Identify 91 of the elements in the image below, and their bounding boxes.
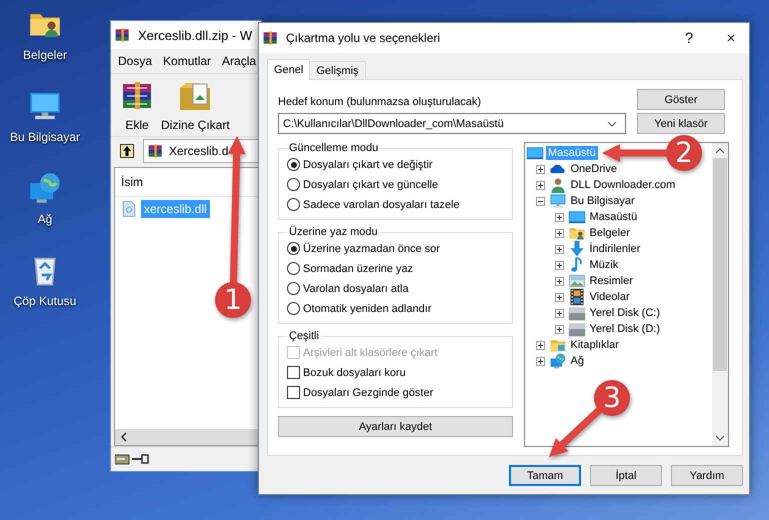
- tree-item[interactable]: DLL Downloader.com: [568, 178, 678, 192]
- chevron-up-icon: [715, 148, 725, 154]
- person-icon: [548, 176, 566, 194]
- expand-icon[interactable]: [536, 180, 544, 190]
- side-button[interactable]: Göster: [637, 89, 725, 110]
- tree-item[interactable]: OneDrive: [568, 162, 619, 176]
- tree-item[interactable]: Müzik: [588, 258, 620, 272]
- expand-icon[interactable]: [554, 244, 564, 254]
- radio-button[interactable]: [287, 178, 300, 191]
- address-field[interactable]: Xerceslib.d: [143, 139, 261, 163]
- help-button[interactable]: ?: [671, 24, 707, 52]
- option-label: Varolan dosyaları atla: [303, 282, 409, 294]
- tree-item[interactable]: İndirilenler: [588, 242, 642, 256]
- radio-button[interactable]: [287, 158, 300, 171]
- option-label: Dosyaları çıkart ve güncelle: [303, 178, 438, 190]
- file-icon: [120, 200, 138, 218]
- vertical-scrollbar[interactable]: [712, 143, 728, 446]
- window-title: Xerceslib.dll.zip - W: [138, 28, 252, 42]
- toolbar-button[interactable]: Ekle: [119, 78, 155, 132]
- dialog-button[interactable]: İptal: [590, 465, 662, 486]
- expand-icon[interactable]: [554, 212, 564, 222]
- up-folder-button[interactable]: [119, 143, 135, 159]
- expand-icon[interactable]: [554, 260, 564, 270]
- side-button[interactable]: Yeni klasör: [637, 113, 725, 134]
- expand-icon[interactable]: [536, 356, 544, 366]
- chevron-down-icon: [607, 120, 617, 126]
- film-strip-icon: [568, 288, 586, 306]
- field-label: Hedef konum (bulunmazsa oluşturulacak): [278, 96, 482, 108]
- toolbar-button[interactable]: Dizine Çıkart: [161, 78, 230, 132]
- horizontal-scrollbar[interactable]: [115, 429, 258, 445]
- radio-button[interactable]: [287, 198, 300, 211]
- expand-icon[interactable]: [554, 292, 564, 302]
- group-title: Çeşitli: [288, 330, 320, 342]
- down-arrow-icon: [568, 240, 586, 258]
- tab[interactable]: Gelişmiş: [309, 61, 366, 79]
- desktop-icon-label[interactable]: Ağ: [38, 212, 52, 226]
- radio-button[interactable]: [287, 302, 300, 315]
- tree-item[interactable]: Kitaplıklar: [568, 338, 621, 352]
- expand-icon[interactable]: [554, 276, 564, 286]
- step-number: 3: [603, 381, 621, 414]
- column-header[interactable]: İsim: [121, 175, 143, 189]
- option-label: Sormadan üzerine yaz: [303, 262, 414, 274]
- close-button[interactable]: ×: [713, 24, 749, 52]
- tree-item[interactable]: Yerel Disk (C:): [588, 306, 662, 320]
- option-label: Bozuk dosyaları koru: [303, 366, 406, 378]
- option-label: Otomatik yeniden adlandır: [303, 302, 432, 314]
- landscape-icon: [568, 272, 586, 290]
- desktop-icon-label[interactable]: Çöp Kutusu: [14, 294, 76, 308]
- tree-item[interactable]: Masaüstü: [588, 210, 640, 224]
- tree-item[interactable]: Ağ: [568, 354, 586, 368]
- drive-and-key-icon[interactable]: [115, 452, 149, 466]
- dialog-button[interactable]: Yardım: [671, 465, 743, 486]
- globe-monitor-icon: [548, 352, 566, 370]
- dialog-button[interactable]: Tamam: [509, 465, 581, 486]
- group-title: Güncelleme modu: [288, 142, 380, 154]
- expand-icon[interactable]: [554, 324, 564, 334]
- radio-button[interactable]: [287, 262, 300, 275]
- expand-icon[interactable]: [554, 228, 564, 238]
- desktop-icon-label[interactable]: Bu Bilgisayar: [10, 130, 80, 144]
- expand-icon[interactable]: [554, 308, 564, 318]
- option-label: Sadece varolan dosyaları tazele: [303, 198, 460, 210]
- chevron-left-icon: [119, 432, 129, 442]
- expand-icon[interactable]: [536, 164, 544, 174]
- window-title: Çıkartma yolu ve seçenekleri: [286, 31, 442, 45]
- monitor-icon: [548, 192, 566, 210]
- chevron-down-icon: [715, 435, 725, 441]
- step-number: 1: [224, 283, 242, 316]
- menu-item[interactable]: Dosya: [118, 54, 152, 68]
- tree-item[interactable]: Videolar: [588, 290, 632, 304]
- checkbox[interactable]: [287, 386, 300, 399]
- tree-item[interactable]: Belgeler: [588, 226, 632, 240]
- menu-item[interactable]: Komutlar: [163, 54, 212, 68]
- radio-button[interactable]: [287, 242, 300, 255]
- menu-item[interactable]: Araçla: [222, 54, 256, 68]
- collapse-icon[interactable]: [536, 196, 544, 206]
- group-title: Üzerine yaz modu: [288, 226, 379, 238]
- tab[interactable]: Genel: [267, 59, 310, 80]
- option-label: Arşivleri alt klasörlere çıkart: [303, 346, 438, 358]
- option-label: Üzerine yazmadan önce sor: [303, 242, 440, 254]
- path-dropdown[interactable]: C:\Kullanıcılar\DllDownloader_com\Masaüstü: [278, 113, 626, 134]
- tree-item[interactable]: Yerel Disk (D:): [588, 322, 662, 336]
- option-label: Dosyaları çıkart ve değiştir: [303, 158, 433, 170]
- desktop-icon-label[interactable]: Belgeler: [22, 48, 68, 62]
- tree-item[interactable]: Resimler: [588, 274, 635, 288]
- expand-icon[interactable]: [536, 340, 544, 350]
- tree-item[interactable]: Bu Bilgisayar: [568, 194, 637, 208]
- radio-button[interactable]: [287, 282, 300, 295]
- step-number: 2: [675, 136, 693, 169]
- option-label: Dosyaları Gezginde göster: [303, 386, 434, 398]
- save-settings-button[interactable]: Ayarları kaydet: [278, 416, 513, 437]
- checkbox[interactable]: [287, 366, 300, 379]
